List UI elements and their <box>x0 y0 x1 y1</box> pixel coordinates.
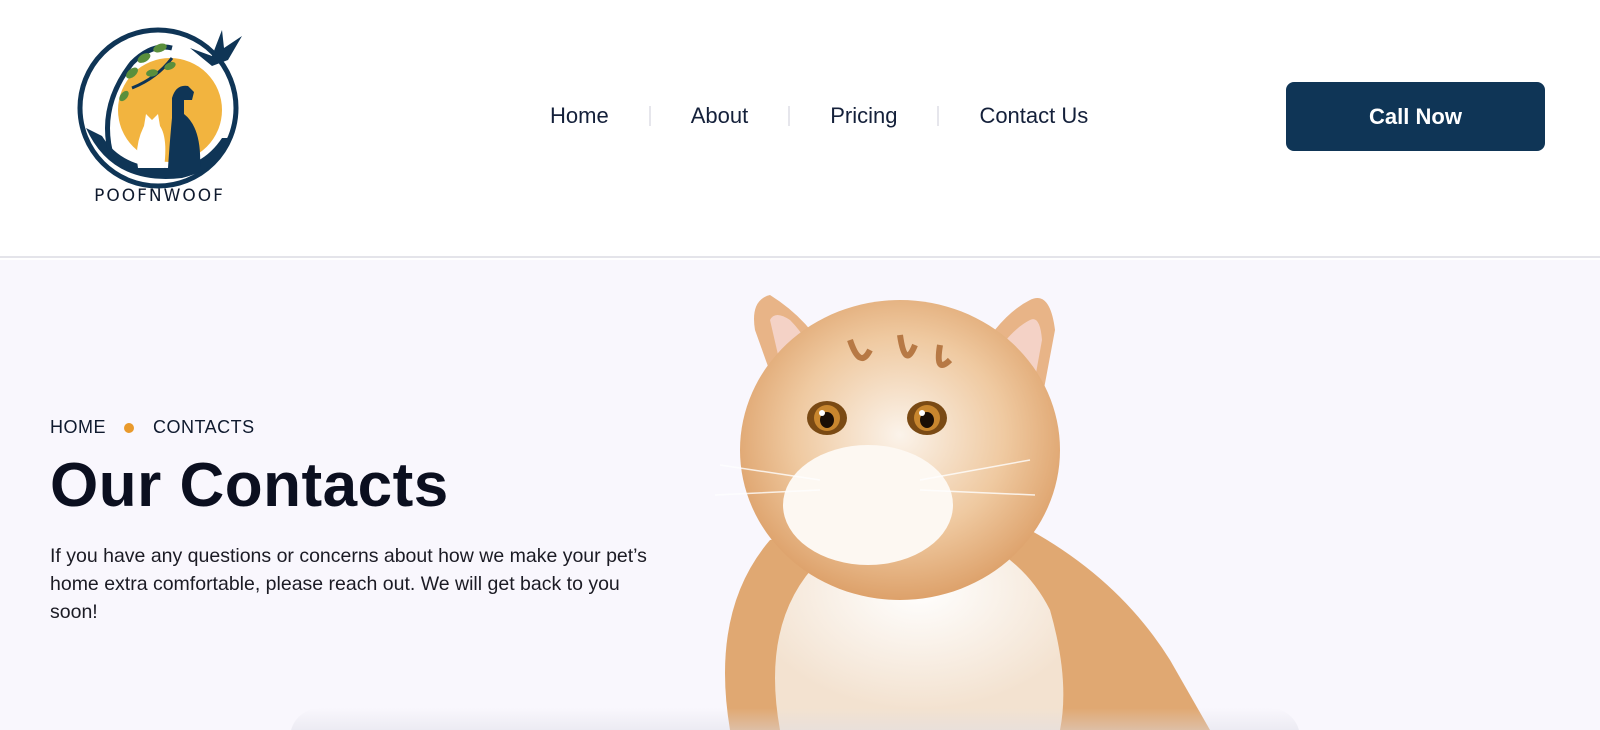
content-card-edge <box>290 708 1300 730</box>
brand-name: POOFNWOOF <box>94 186 225 206</box>
breadcrumb-separator-dot <box>124 422 134 433</box>
nav-item-home[interactable]: Home <box>520 103 649 129</box>
cat-photo <box>700 280 1260 730</box>
contacts-hero: HOME CONTACTS Our Contacts If you have a… <box>0 260 1600 730</box>
nav-item-about[interactable]: About <box>651 103 789 129</box>
logo-emblem-icon <box>77 27 242 189</box>
call-now-button[interactable]: Call Now <box>1286 82 1545 151</box>
breadcrumb-current: CONTACTS <box>153 417 255 437</box>
cat-illustration-icon <box>714 295 1210 730</box>
site-header: POOFNWOOF Home About Pricing Contact Us … <box>0 0 1600 258</box>
main-nav: Home About Pricing Contact Us <box>520 96 1128 136</box>
hero-description: If you have any questions or concerns ab… <box>50 545 647 623</box>
page-title: Our Contacts <box>50 451 449 520</box>
nav-item-contact-us[interactable]: Contact Us <box>939 103 1128 129</box>
brand-logo[interactable]: POOFNWOOF <box>72 18 247 218</box>
breadcrumb: HOME CONTACTS <box>50 417 255 438</box>
breadcrumb-home[interactable]: HOME <box>50 417 106 438</box>
nav-item-pricing[interactable]: Pricing <box>790 103 937 129</box>
